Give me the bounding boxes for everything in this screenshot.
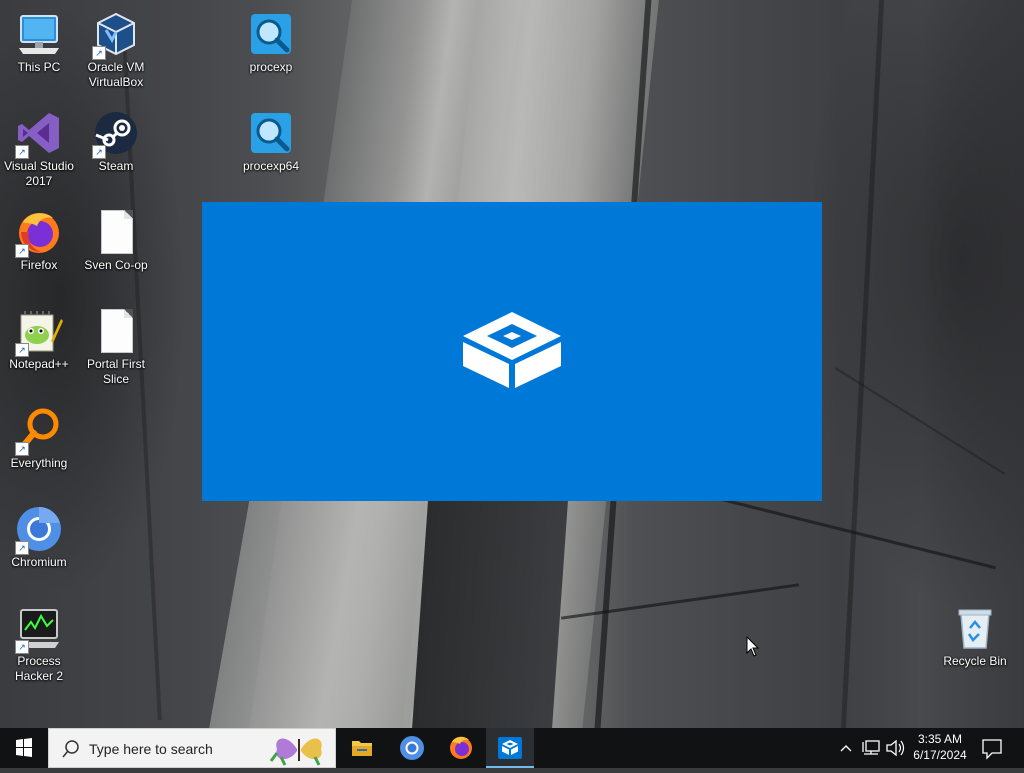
desktop-icon-notepadpp[interactable]: ↗ Notepad++: [1, 301, 77, 397]
network-icon: [862, 740, 880, 755]
icon-label: procexp64: [242, 159, 300, 173]
taskbar-search-box[interactable]: Type here to search: [48, 728, 336, 768]
start-button[interactable]: [0, 728, 48, 768]
icon-label: Sven Co-op: [84, 258, 148, 272]
speaker-icon: [886, 739, 905, 757]
firefox-icon: [450, 736, 472, 759]
desktop-icon-procexp[interactable]: procexp: [233, 4, 309, 100]
file-icon: [92, 307, 140, 355]
action-center-button[interactable]: [978, 728, 1006, 768]
desktop-icon-procexp64[interactable]: procexp64: [233, 103, 309, 199]
icon-label: Process Hacker 2: [14, 654, 64, 683]
process-hacker-icon: ↗: [15, 604, 63, 654]
chromium-icon: ↗: [15, 505, 63, 555]
file-icon: [92, 208, 140, 256]
icon-label: Portal First Slice: [86, 357, 145, 386]
notepadpp-icon: ↗: [15, 307, 63, 357]
notification-icon: [982, 739, 1002, 760]
network-status-button[interactable]: [860, 728, 884, 768]
shortcut-arrow-icon: ↗: [15, 244, 29, 258]
show-hidden-icons-button[interactable]: [836, 728, 856, 768]
icon-label: Visual Studio 2017: [4, 159, 74, 188]
desktop-icon-process-hacker[interactable]: ↗ Process Hacker 2: [1, 598, 77, 694]
taskbar: Type here to search 3:35 AM 6/17/2024: [0, 728, 1024, 768]
chromium-icon: [400, 736, 424, 760]
icon-label: Steam: [98, 159, 134, 173]
windows-logo-icon: [16, 738, 32, 757]
desktop-icon-sven-coop[interactable]: Sven Co-op: [78, 202, 154, 298]
shortcut-arrow-icon: ↗: [15, 541, 29, 555]
everything-icon: ↗: [15, 406, 63, 456]
icon-label: Oracle VM VirtualBox: [87, 60, 145, 89]
search-placeholder: Type here to search: [89, 741, 213, 757]
procexp-icon: [247, 109, 295, 157]
icon-label: Recycle Bin: [943, 654, 1007, 668]
shortcut-arrow-icon: ↗: [15, 145, 29, 159]
visual-studio-icon: ↗: [15, 109, 63, 159]
desktop-icon-recycle-bin[interactable]: Recycle Bin: [937, 598, 1013, 694]
mouse-cursor-icon: [746, 636, 760, 657]
icon-label: This PC: [17, 60, 61, 74]
taskbar-app-chromium[interactable]: [388, 728, 436, 768]
desktop-icon-firefox[interactable]: ↗ Firefox: [1, 202, 77, 298]
shortcut-arrow-icon: ↗: [92, 145, 106, 159]
desktop-icon-steam[interactable]: ↗ Steam: [78, 103, 154, 199]
rock-crevice: [411, 500, 569, 728]
desktop-icon-virtualbox[interactable]: ↗ Oracle VM VirtualBox: [78, 4, 154, 100]
sandbox-splash-window[interactable]: [202, 202, 822, 501]
desktop-icon-portal-first-slice[interactable]: Portal First Slice: [78, 301, 154, 397]
steam-icon: ↗: [92, 109, 140, 159]
desktop-icon-visual-studio[interactable]: ↗ Visual Studio 2017: [1, 103, 77, 199]
icon-label: procexp: [249, 60, 293, 74]
icon-label: Notepad++: [9, 357, 69, 371]
taskbar-clock[interactable]: 3:35 AM 6/17/2024: [904, 731, 976, 763]
procexp-icon: [247, 10, 295, 58]
icon-label: Chromium: [11, 555, 67, 569]
shortcut-arrow-icon: ↗: [15, 442, 29, 456]
taskbar-app-windows-sandbox[interactable]: [486, 728, 534, 768]
sandbox-icon: [463, 312, 561, 388]
taskbar-app-firefox[interactable]: [437, 728, 485, 768]
volume-button[interactable]: [884, 728, 906, 768]
shortcut-arrow-icon: ↗: [15, 640, 29, 654]
search-icon: [62, 740, 79, 758]
icon-label: Everything: [10, 456, 68, 470]
sandbox-icon: [498, 737, 522, 759]
search-highlight-butterfly-icon: [269, 738, 322, 766]
icon-label: Firefox: [20, 258, 58, 272]
folder-icon: [352, 741, 372, 756]
firefox-icon: ↗: [15, 208, 63, 258]
taskbar-app-file-explorer[interactable]: [338, 728, 386, 768]
recycle-bin-icon: [951, 604, 999, 652]
clock-time: 3:35 AM: [917, 732, 963, 746]
chevron-up-icon: [840, 745, 852, 752]
desktop-icon-this-pc[interactable]: This PC: [1, 4, 77, 100]
desktop-icon-everything[interactable]: ↗ Everything: [1, 400, 77, 496]
rock-crack: [840, 0, 885, 728]
shortcut-arrow-icon: ↗: [92, 46, 106, 60]
desktop-icon-chromium[interactable]: ↗ Chromium: [1, 499, 77, 595]
clock-date: 6/17/2024: [913, 748, 967, 762]
shortcut-arrow-icon: ↗: [15, 343, 29, 357]
computer-icon: [15, 10, 63, 58]
virtualbox-icon: ↗: [92, 10, 140, 60]
